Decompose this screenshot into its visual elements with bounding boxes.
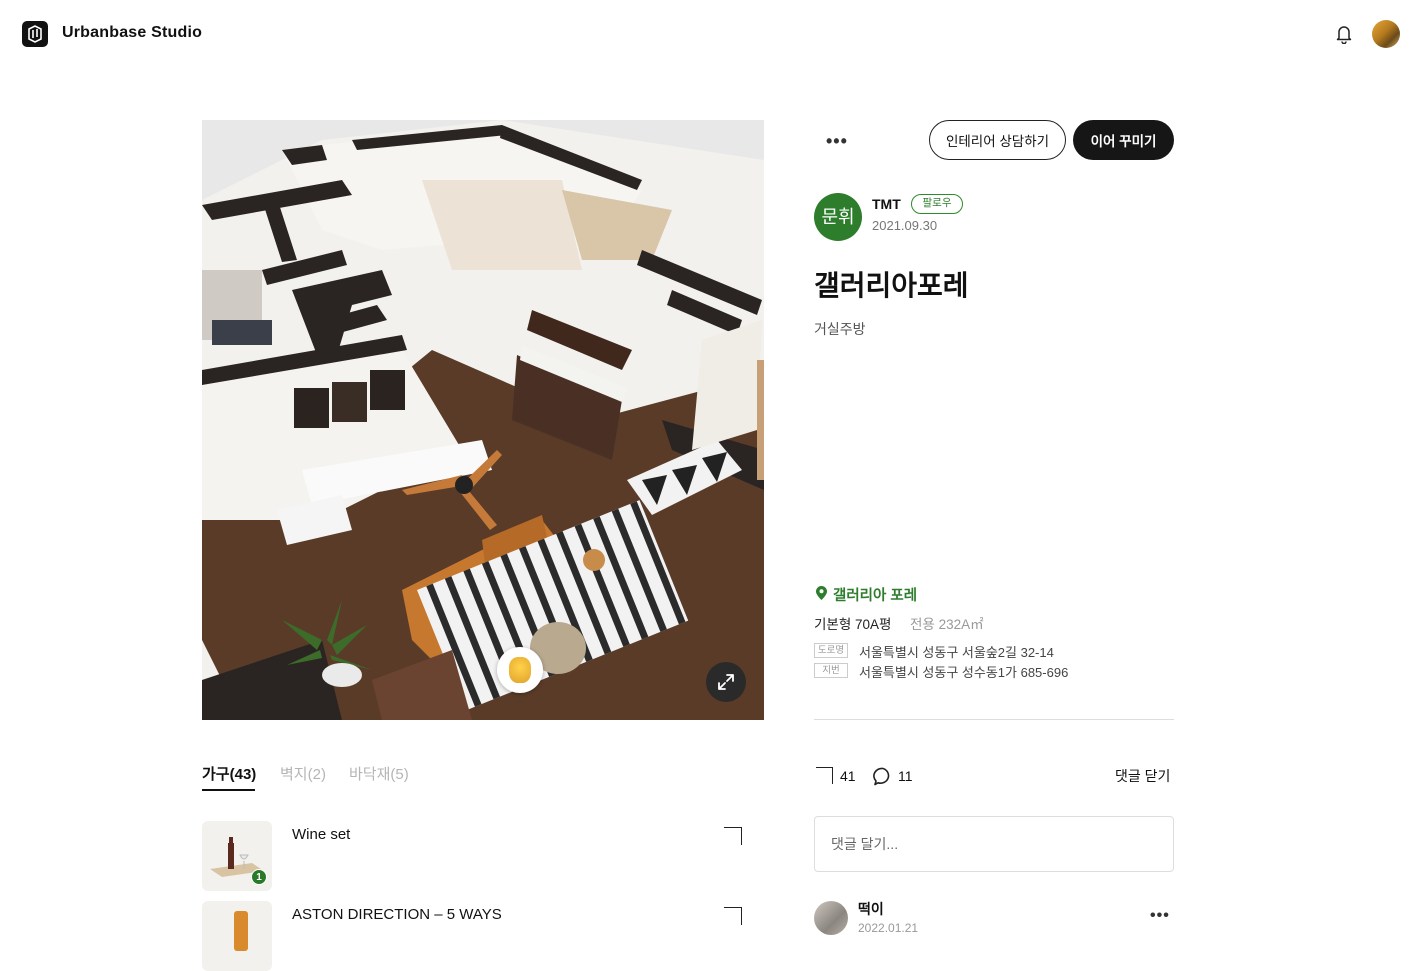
- road-address-row: 도로명 서울특별시 성동구 서울숲2길 32-14: [814, 642, 1174, 660]
- continue-decorating-button[interactable]: 이어 꾸미기: [1073, 120, 1174, 160]
- road-address: 서울특별시 성동구 서울숲2길 32-14: [859, 645, 1054, 660]
- like-count: 41: [840, 768, 856, 784]
- item-name[interactable]: ASTON DIRECTION – 5 WAYS: [292, 906, 502, 923]
- interior-consult-button[interactable]: 인테리어 상담하기: [929, 120, 1066, 160]
- bookmark-icon[interactable]: [724, 827, 742, 845]
- plan-type: 기본형 70A평: [814, 617, 892, 632]
- bookmark-icon: [816, 767, 833, 784]
- road-address-tag: 도로명: [814, 643, 848, 658]
- room-3d-view[interactable]: [202, 120, 764, 720]
- place-name[interactable]: 갤러리아 포레: [833, 584, 917, 605]
- page-title: 갤러리아포레: [814, 270, 969, 301]
- more-options-icon[interactable]: •••: [826, 131, 848, 152]
- divider: [814, 719, 1174, 720]
- comment-icon: [873, 767, 890, 786]
- item-count-badge: 1: [251, 869, 267, 885]
- tab-wallpaper[interactable]: 벽지(2): [280, 763, 326, 784]
- brand-name[interactable]: Urbanbase Studio: [62, 24, 202, 42]
- location-pin-icon: [816, 586, 827, 600]
- item-name[interactable]: Wine set: [292, 826, 350, 843]
- tab-furniture[interactable]: 가구(43): [202, 763, 256, 784]
- comment-count: 11: [898, 768, 913, 784]
- hotspot-icon: [509, 657, 531, 683]
- author-name[interactable]: TMT: [872, 196, 901, 212]
- list-item[interactable]: ASTON DIRECTION – 5 WAYS: [202, 901, 764, 971]
- tab-underline: [202, 789, 255, 791]
- commenter-avatar[interactable]: [814, 901, 848, 935]
- tab-flooring[interactable]: 바닥재(5): [349, 763, 409, 784]
- comment-more-icon[interactable]: •••: [1150, 907, 1170, 925]
- follow-button[interactable]: 팔로우: [911, 194, 963, 214]
- item-thumbnail: [202, 901, 272, 971]
- plan-area: 전용 232A㎡: [910, 617, 984, 632]
- lot-address-row: 지번 서울특별시 성동구 성수동1가 685-696: [814, 662, 1174, 680]
- lot-address-tag: 지번: [814, 663, 848, 678]
- list-item[interactable]: 1 Wine set: [202, 821, 764, 891]
- top-header: Urbanbase Studio: [0, 0, 1428, 70]
- commenter-name[interactable]: 떡이: [858, 899, 884, 919]
- material-tabs: 가구(43) 벽지(2) 바닥재(5): [202, 760, 764, 792]
- comment-date: 2022.01.21: [858, 921, 919, 935]
- post-date: 2021.09.30: [872, 218, 938, 233]
- comment-input[interactable]: [814, 816, 1174, 872]
- expand-icon[interactable]: [706, 662, 746, 702]
- post-subtitle: 거실주방: [814, 321, 866, 337]
- bookmark-icon[interactable]: [724, 907, 742, 925]
- user-avatar[interactable]: [1372, 20, 1400, 48]
- bell-icon[interactable]: [1335, 24, 1353, 49]
- lot-address: 서울특별시 성동구 성수동1가 685-696: [859, 665, 1069, 680]
- author-avatar[interactable]: 문휘: [814, 193, 862, 241]
- urbanbase-logo-icon[interactable]: [22, 21, 48, 47]
- close-comments-button[interactable]: 댓글 닫기: [1115, 766, 1170, 786]
- furniture-hotspot-marker[interactable]: [497, 647, 543, 693]
